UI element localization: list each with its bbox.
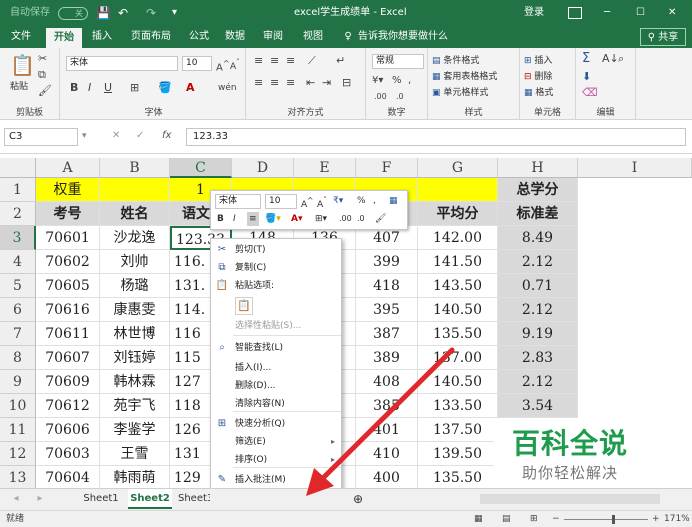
arrow-shaft: [315, 347, 455, 486]
annotation-arrow: [306, 347, 455, 496]
